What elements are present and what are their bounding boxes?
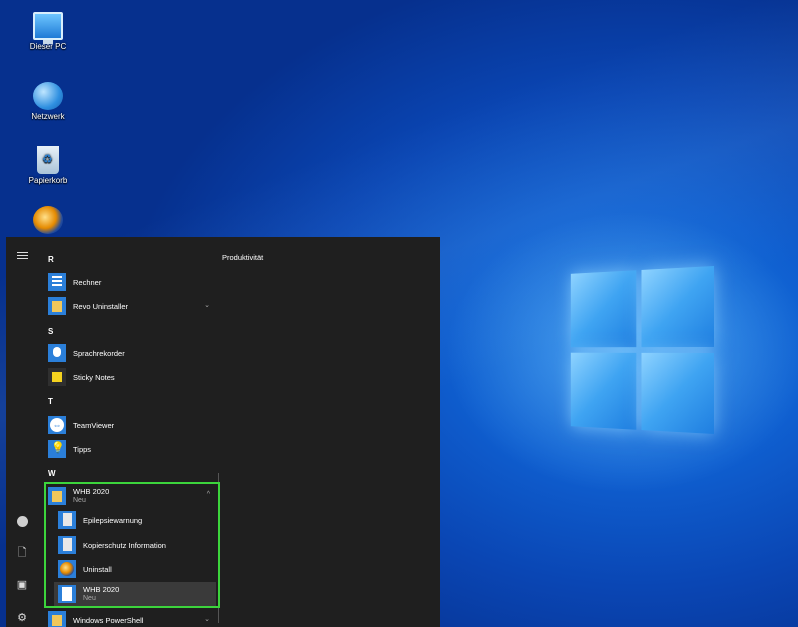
folder-icon — [48, 611, 66, 627]
desktop-icon-this-pc[interactable]: Dieser PC — [18, 12, 78, 51]
tips-icon — [48, 440, 66, 458]
teamviewer-icon — [48, 416, 66, 434]
chevron-down-icon: ⌄ — [204, 616, 210, 623]
section-letter-t[interactable]: T — [48, 397, 53, 406]
sticky-notes-icon — [48, 368, 66, 386]
windows-logo-pane — [641, 266, 714, 348]
app-item-revo-uninstaller[interactable]: Revo Uninstaller ⌄ — [48, 295, 214, 317]
windows-logo-pane — [641, 352, 714, 434]
app-item-teamviewer[interactable]: TeamViewer — [48, 414, 214, 436]
gear-icon: ⚙ — [17, 611, 27, 624]
windows-logo-pane — [570, 352, 637, 430]
chevron-down-icon: ⌄ — [204, 302, 210, 309]
windows-logo-pane — [570, 270, 637, 348]
app-folder-windows-powershell[interactable]: Windows PowerShell ⌄ — [48, 609, 214, 627]
desktop-icon-label: Papierkorb — [28, 176, 68, 185]
app-label: Tipps — [73, 444, 92, 454]
user-avatar-icon — [16, 515, 28, 527]
app-item-tipps[interactable]: Tipps — [48, 438, 214, 460]
hamburger-menu-button[interactable] — [12, 245, 32, 265]
app-item-sprachrekorder[interactable]: Sprachrekorder — [48, 342, 214, 364]
document-icon: 🗋 — [17, 546, 27, 559]
app-label: Revo Uninstaller — [73, 301, 129, 311]
desktop-icon-recycle-bin[interactable]: Papierkorb — [18, 146, 78, 185]
app-label: Sticky Notes — [73, 372, 115, 382]
pictures-button[interactable]: ▣ — [12, 574, 32, 594]
section-letter-r[interactable]: R — [48, 255, 54, 264]
desktop-icon-network[interactable]: Netzwerk — [18, 82, 78, 121]
calculator-icon — [48, 273, 66, 291]
settings-button[interactable]: ⚙ — [12, 607, 32, 627]
user-account-button[interactable] — [12, 511, 32, 531]
app-item-rechner[interactable]: Rechner — [48, 271, 214, 293]
app-list: R Rechner Revo Uninstaller ⌄ S Sprachrek… — [42, 237, 222, 627]
recycle-bin-icon — [37, 146, 59, 174]
highlight-frame — [44, 482, 220, 608]
computer-icon — [33, 12, 63, 44]
app-label: TeamViewer — [73, 420, 115, 430]
app-label: Rechner — [73, 277, 102, 287]
section-letter-s[interactable]: S — [48, 327, 53, 336]
microphone-icon — [48, 344, 66, 362]
tile-group-title[interactable]: Produktivität — [222, 253, 263, 262]
folder-icon — [48, 297, 66, 315]
start-menu-rail: 🗋 ▣ ⚙ — [6, 237, 38, 627]
app-shortcut-icon — [33, 206, 63, 234]
windows-logo — [570, 266, 714, 434]
documents-button[interactable]: 🗋 — [12, 543, 32, 563]
app-label: Windows PowerShell — [73, 615, 144, 625]
desktop-icon-label: Netzwerk — [31, 112, 65, 121]
section-letter-w[interactable]: W — [48, 469, 56, 478]
app-item-sticky-notes[interactable]: Sticky Notes — [48, 366, 214, 388]
start-menu: 🗋 ▣ ⚙ R Rechner Revo Uninstaller ⌄ S Spr… — [6, 237, 440, 627]
pictures-icon: ▣ — [16, 578, 28, 591]
network-icon — [33, 82, 63, 110]
desktop-icon-app[interactable] — [18, 206, 78, 236]
app-label: Sprachrekorder — [73, 348, 125, 358]
hamburger-icon — [16, 250, 28, 261]
